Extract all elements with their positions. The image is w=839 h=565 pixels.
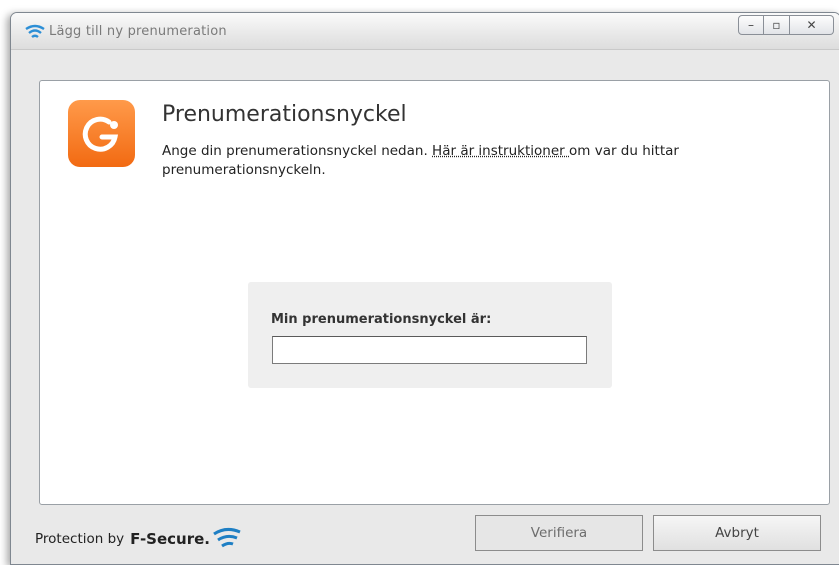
protection-brand: Protection by F-Secure. [35,526,242,552]
verify-button[interactable]: Verifiera [475,515,643,551]
key-entry-box: Min prenumerationsnyckel är: [248,282,612,388]
window-controls: – ▫ ✕ [738,15,834,37]
minimize-icon: – [748,18,754,32]
key-field-label: Min prenumerationsnyckel är: [271,312,492,327]
page-title: Prenumerationsnyckel [162,102,407,127]
cancel-button[interactable]: Avbryt [653,515,821,551]
protection-by-text: Protection by [35,531,125,547]
wifi-signal-icon [25,24,45,38]
description-before: Ange din prenumerationsnyckel nedan. [162,143,433,159]
window-title: Lägg till ny prenumeration [49,24,227,39]
title-bar[interactable]: Lägg till ny prenumeration – ▫ ✕ [11,13,839,50]
minimize-button[interactable]: – [738,15,764,35]
close-button[interactable]: ✕ [790,15,834,35]
brand-name: F-Secure. [130,530,210,548]
maximize-icon: ▫ [772,18,781,32]
subscription-key-input[interactable] [272,336,587,364]
dialog-window: Lägg till ny prenumeration – ▫ ✕ Prenume… [10,12,839,565]
f-secure-swoosh-icon [213,527,241,548]
maximize-button[interactable]: ▫ [764,15,790,35]
instructions-link[interactable]: Här är instruktioner [432,143,569,159]
description-text: Ange din prenumerationsnyckel nedan. Här… [162,142,782,180]
content-panel: Prenumerationsnyckel Ange din prenumerat… [39,80,830,505]
f-secure-safe-logo-icon [68,100,135,167]
close-icon: ✕ [806,18,817,32]
